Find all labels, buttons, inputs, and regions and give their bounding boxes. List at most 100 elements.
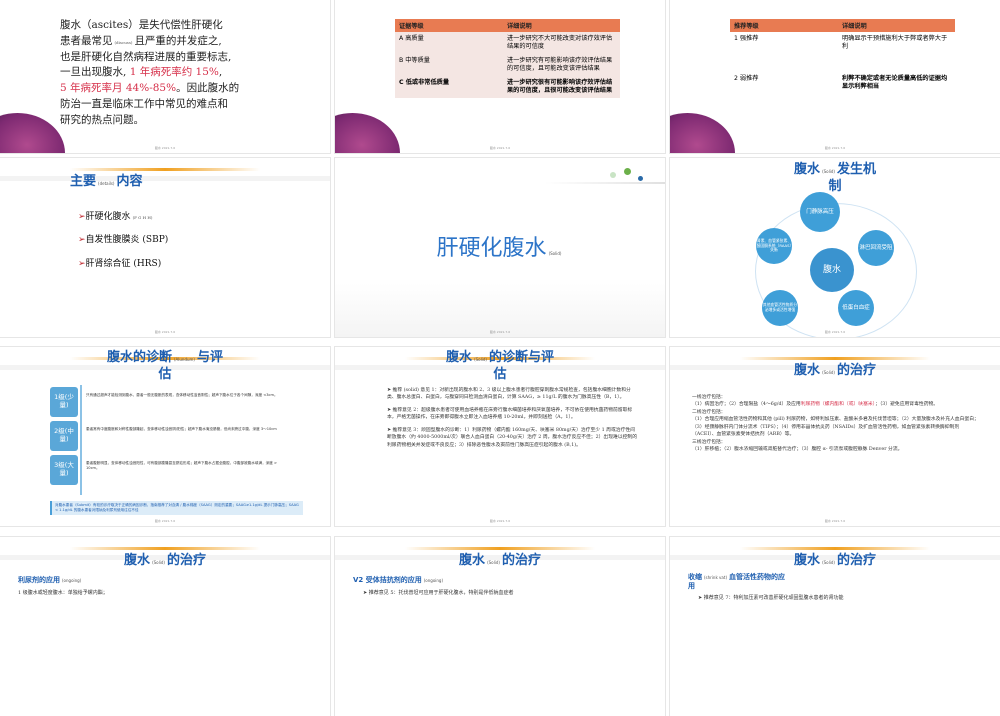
subsection-text: 收缩 xyxy=(688,573,702,581)
intro-line: 也是肝硬化自然病程进展的重要标志, xyxy=(60,50,232,63)
title-text: 的治疗 xyxy=(836,553,876,568)
subsection-line: ➤ 推荐意见 5：托伐普坦可应用于肝硬化腹水，特别是伴低钠血症者 xyxy=(363,590,514,596)
intro-line: 5 年病死率月 44%-85%。因此腹水的 xyxy=(60,81,300,97)
slide-thumbnail-2[interactable]: 证据等级 详细说明 A 高质量 进一步研究不大可能改变对该疗效评估结果的可信度 B … xyxy=(335,0,665,153)
slide-title: 主要 (details) 内容 xyxy=(70,170,142,189)
evidence-level-table: 证据等级 详细说明 A 高质量 进一步研究不大可能改变对该疗效评估结果的可信度 B … xyxy=(395,19,620,99)
section-title-text: 肝硬化腹水 xyxy=(436,236,547,261)
recommendation-level-table: 推荐等级 详细说明 1 强推荐 明确显示干预措施利大于弊或者弊大于利 2 弱推荐 利弊… xyxy=(730,19,955,95)
title-text: 制 xyxy=(828,178,842,194)
title-text: 的治疗 xyxy=(501,553,541,568)
treatment-text: 一线治疗包括： （1）病因治疗；（2）合理限盐（4～6g/d）及应用利尿药物（螺… xyxy=(692,394,982,453)
slide-footer: 腹水 2021.7.6 xyxy=(489,519,511,523)
title-line: 腹水 (Solid) 发生机 xyxy=(670,162,1000,179)
title-small-note: (Solid) xyxy=(152,560,165,565)
intro-line: 防治一直是临床工作中常见的难点和 xyxy=(60,97,228,110)
subsection-note: (ongoing) xyxy=(62,578,82,583)
treatment-line: 二线治疗包括： xyxy=(692,409,726,415)
slide-title: 腹水 (Solid) 的诊断与评 估 xyxy=(335,350,665,384)
treatment-text-part: （1）病因治疗；（2）合理限盐（4～6g/d）及应用 xyxy=(692,402,801,408)
subsection-text: 血管活性药物的应 xyxy=(729,573,786,581)
slide-title: 腹水 (Solid) 发生机 制 xyxy=(670,162,1000,196)
slide-thumbnail-1[interactable]: 腹水（ascites）是失代偿性肝硬化 患者最常见 (discuss) 且严重的并发… xyxy=(0,0,330,153)
level-connector xyxy=(80,385,82,495)
node-portal-hypertension: 门静脉高压 xyxy=(800,192,840,232)
section-title: 肝硬化腹水 (Solid) xyxy=(335,230,665,262)
slide-thumbnail-8[interactable]: 腹水 (Solid) 的诊断与评 估 ➤ 推荐 (solid) 意见 1：对新出现的… xyxy=(335,347,665,526)
slide-footer: 腹水 2021.7.6 xyxy=(154,519,176,523)
level-1-badge: 1级(少量) xyxy=(50,387,78,417)
treatment-text-part: ；（3）避免应用肾毒性药物。 xyxy=(875,402,939,408)
treatment-line: 三线治疗包括： xyxy=(692,439,726,445)
arrow-bullet-icon: ➢ xyxy=(78,258,86,269)
table-header: 详细说明 xyxy=(503,19,620,32)
subsection-title: V2 受体拮抗剂的应用 (ongoing) xyxy=(353,575,445,585)
subsection-line: ➤ 推荐意见 7：特利加压素可改善肝硬化顽固型腹水患者的肾功能 xyxy=(698,595,844,601)
recommendations-text: ➤ 推荐 (solid) 意见 1：对新出现的腹水和 2、3 级以上腹水患者行腹… xyxy=(387,387,637,449)
table-header: 推荐等级 xyxy=(730,19,838,32)
treatment-line: （1）肝移植；（2）腹水浓缩回输或肾脏替代治疗；（3）腹腔 α- 引流泵或腹腔静… xyxy=(692,446,903,452)
intro-line: 一旦出现腹水, 1 年病死率约 15%, xyxy=(60,65,300,81)
title-text: 内容 xyxy=(116,174,143,189)
intro-text: 一旦出现腹水, xyxy=(60,66,127,79)
table-cell: 进一步研究很有可能影响该疗效评估结果的可信度，且很可能改变该评估结果 xyxy=(503,76,620,99)
intro-red-stat: 1 年病死率约 15% xyxy=(129,66,219,79)
slide-footer: 腹水 2021.7.6 xyxy=(824,519,846,523)
table-row: C 低或非常低质量 进一步研究很有可能影响该疗效评估结果的可信度，且很可能改变该评… xyxy=(395,76,620,99)
slide-title: 腹水 (Solid) 的治疗 xyxy=(335,549,665,568)
list-item-note: (F G H H) xyxy=(132,215,153,220)
subsection-line-1: 收缩 (shrink vat) 血管活性药物的应 xyxy=(688,573,785,582)
slide-title: 腹水 (Solid) 的治疗 xyxy=(670,359,1000,378)
treatment-red-text: 利尿药物（螺内酯和（或）呋塞米） xyxy=(800,402,876,408)
intro-line: 研究的热点问题。 xyxy=(60,113,144,126)
table-row: A 高质量 进一步研究不大可能改变对该疗效评估结果的可信度 xyxy=(395,32,620,55)
slide-thumbnail-11[interactable]: 腹水 (Solid) 的治疗 V2 受体拮抗剂的应用 (ongoing) ➤ 推荐意见… xyxy=(335,537,665,716)
recommendation-3: ➤ 推荐意见 3：顽固型腹水的诊断：1）利尿药物（螺内酯 160mg/天、呋塞米… xyxy=(387,427,638,448)
slide-thumbnail-10[interactable]: 腹水 (Solid) 的治疗 利尿剂的应用 (ongoing) 1 级腹水或轻度腹水：… xyxy=(0,537,330,716)
table-row: 2 弱推荐 利弊不确定或者无论质量高低的证据均显示利弊相当 xyxy=(730,72,955,95)
center-node: 腹水 xyxy=(810,248,854,292)
table-cell: 利弊不确定或者无论质量高低的证据均显示利弊相当 xyxy=(838,72,955,95)
slide-footer: 腹水 2021.7.6 xyxy=(489,146,511,150)
slide-thumbnail-3[interactable]: 推荐等级 详细说明 1 强推荐 明确显示干预措施利大于弊或者弊大于利 2 弱推荐 利弊… xyxy=(670,0,1000,153)
list-item-text: 自发性腹膜炎 (SBP) xyxy=(85,235,169,246)
title-small-note: (Alundum) xyxy=(173,357,195,362)
subsection-title: 收缩 (shrink vat) 血管活性药物的应 用 xyxy=(688,573,785,591)
title-text: 腹水 xyxy=(794,363,821,378)
slide-thumbnail-4[interactable]: 主要 (details) 内容 ➢肝硬化腹水 (F G H H) ➢自发性腹膜炎 (S… xyxy=(0,158,330,337)
list-item-text: 肝硬化腹水 xyxy=(85,212,131,222)
list-item: ➢自发性腹膜炎 (SBP) xyxy=(78,229,168,252)
title-line: 腹水 (Solid) 的诊断与评 xyxy=(335,350,665,367)
slide-thumbnail-6[interactable]: 腹水 (Solid) 发生机 制 腹水 门静脉高压 淋巴回流受阻 低蛋白血症 其他血… xyxy=(670,158,1000,337)
arrow-bullet-icon: ➢ xyxy=(78,212,86,222)
node-vasoactive: 其他血管活性物质分泌增多或活性增强 xyxy=(762,290,798,326)
table-cell: 1 强推荐 xyxy=(730,32,838,72)
node-raas: 肾素、血管紧张素、醛固酮系统（RAAS）失衡 xyxy=(756,228,792,264)
arrow-bullet-icon: ➢ xyxy=(78,235,86,246)
table-cell: A 高质量 xyxy=(395,32,503,55)
slide-title: 腹水 (Solid) 的治疗 xyxy=(0,549,330,568)
title-small-note: (Solid) xyxy=(822,169,835,174)
table-cell: 2 弱推荐 xyxy=(730,72,838,95)
subsection-note: (ongoing) xyxy=(423,578,444,583)
table-row: 1 强推荐 明确显示干预措施利大于弊或者弊大于利 xyxy=(730,32,955,72)
subsection-line: 1 级腹水或轻度腹水：单独给予螺内酯； xyxy=(18,590,108,596)
slide-thumbnail-7[interactable]: 腹水的诊断 (Alundum) 与评 估 1级(少量) 只有通过超声才能检测到腹水，… xyxy=(0,347,330,526)
slide-thumbnail-12[interactable]: 腹水 (Solid) 的治疗 收缩 (shrink vat) 血管活性药物的应 用 ➤ … xyxy=(670,537,1000,716)
slide-footer: 腹水 2021.7.6 xyxy=(824,330,846,334)
title-text: 腹水 xyxy=(794,162,821,177)
intro-line: 患者最常见 (discuss) 且严重的并发症之, xyxy=(60,34,300,50)
slide-footer: 腹水 2021.7.6 xyxy=(489,330,511,334)
recommendation-1: ➤ 推荐 (solid) 意见 1：对新出现的腹水和 2、3 级以上腹水患者行腹… xyxy=(387,388,631,401)
slide-thumbnail-5[interactable]: 肝硬化腹水 (Solid) 腹水 2021.7.6 xyxy=(335,158,665,337)
treatment-line: （1）病因治疗；（2）合理限盐（4～6g/d）及应用利尿药物（螺内酯和（或）呋塞… xyxy=(692,401,982,408)
node-lymph: 淋巴回流受阻 xyxy=(858,230,894,266)
title-text: 腹水 xyxy=(446,350,473,365)
title-small-note: (Solid) xyxy=(487,560,500,565)
slide-thumbnail-9[interactable]: 腹水 (Solid) 的治疗 一线治疗包括： （1）病因治疗；（2）合理限盐（4～6… xyxy=(670,347,1000,526)
table-header: 详细说明 xyxy=(838,19,955,32)
ascites-intro-text: 腹水（ascites）是失代偿性肝硬化 患者最常见 (discuss) 且严重的并发… xyxy=(60,18,300,128)
subsection-title: 利尿剂的应用 (ongoing) xyxy=(18,575,83,585)
saag-note: 对腹水患者（Submit）有较的诊疗取决于正确的病因诊断，指南推荐了对血清 / … xyxy=(50,501,303,515)
intro-text: 且严重的并发症之, xyxy=(134,34,222,47)
